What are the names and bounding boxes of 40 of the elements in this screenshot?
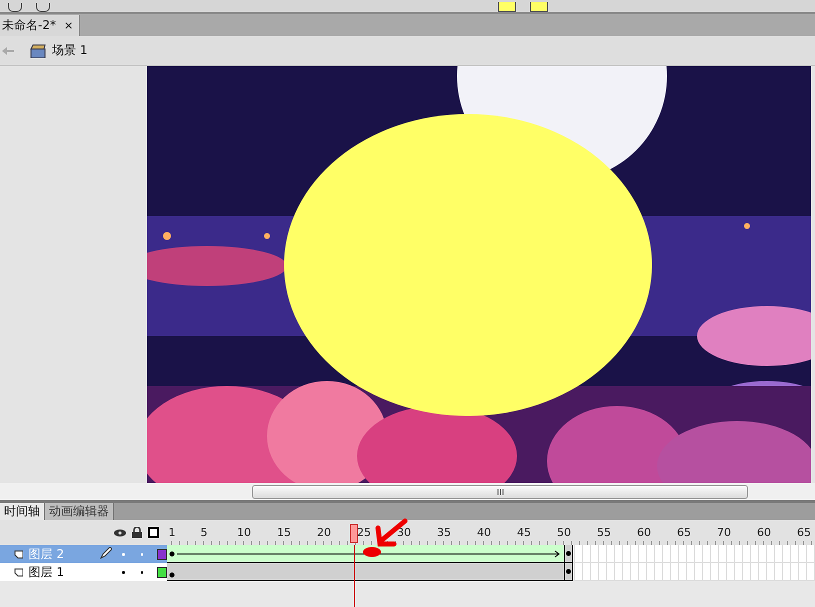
frame-number: 60 [757, 526, 771, 539]
frame-number: 70 [717, 526, 731, 539]
frame-number: 65 [677, 526, 691, 539]
frame-number: 15 [277, 526, 291, 539]
tool-icon[interactable] [36, 3, 50, 12]
frame-number: 60 [637, 526, 651, 539]
tween-span[interactable] [167, 545, 565, 563]
keyframe[interactable] [565, 545, 573, 563]
frame-span[interactable] [167, 563, 565, 581]
lock-icon[interactable] [132, 527, 142, 538]
tool-icon[interactable] [8, 3, 22, 12]
frame-number: 5 [200, 526, 208, 539]
frame-number: 45 [517, 526, 531, 539]
eye-icon[interactable] [114, 528, 126, 536]
outline-icon[interactable] [148, 527, 159, 538]
frame-number: 30 [397, 526, 411, 539]
keyframe-dot [169, 551, 175, 557]
frame-number: 55 [597, 526, 611, 539]
frame-number: 65 [797, 526, 811, 539]
frame-number: 10 [237, 526, 251, 539]
stroke-color-swatch[interactable] [498, 2, 516, 12]
scene-label[interactable]: 场景 1 [52, 42, 88, 59]
close-button[interactable]: × [64, 19, 74, 32]
scrollbar-thumb[interactable] [252, 484, 748, 498]
frame-number: 50 [557, 526, 571, 539]
playhead[interactable] [350, 524, 358, 543]
frame-number: 40 [477, 526, 491, 539]
panel-tab[interactable]: 动画编辑器 [45, 503, 114, 520]
frame-number: 35 [437, 526, 451, 539]
layer-color-swatch[interactable] [157, 566, 167, 578]
document-tab[interactable]: 未命名-2* × [0, 15, 80, 36]
layer-row[interactable]: 图层 1 [0, 563, 167, 581]
frame-number: 1 [168, 526, 176, 539]
keyframe-dot [169, 572, 175, 578]
panel-tab[interactable]: 时间轴 [0, 503, 45, 520]
fill-color-swatch[interactable] [530, 2, 548, 12]
keyframe[interactable] [565, 563, 573, 581]
layer-color-swatch[interactable] [157, 548, 167, 560]
clapperboard-icon [30, 44, 46, 58]
frame-number: 20 [317, 526, 331, 539]
